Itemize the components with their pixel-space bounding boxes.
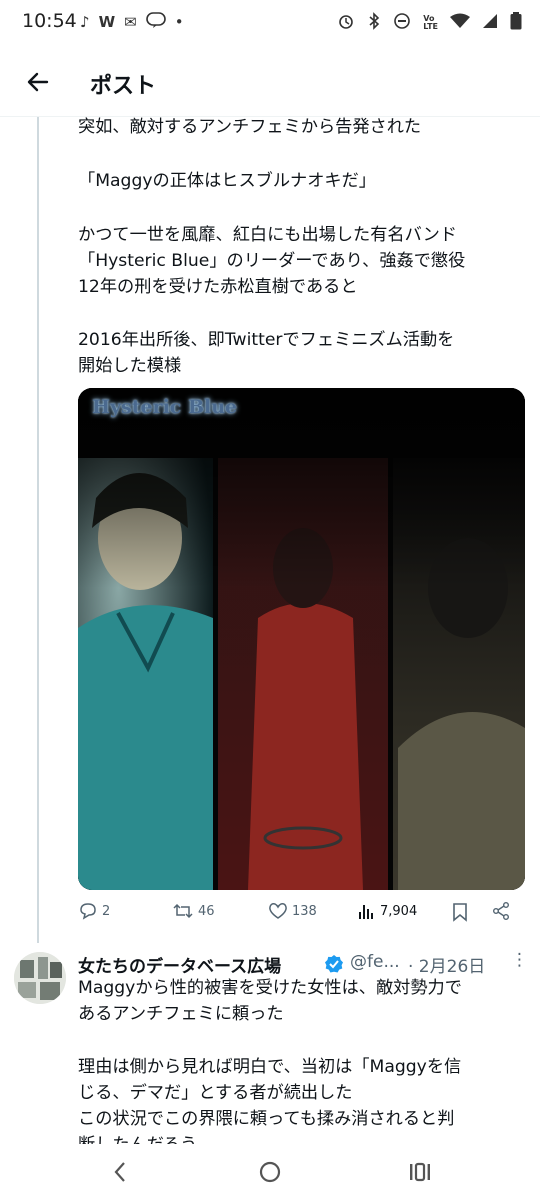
wifi-icon [450,13,470,33]
mail-icon: ✉ [124,13,137,31]
bookmark-icon [453,903,467,922]
reply-count: 2 [102,903,111,919]
like-button[interactable]: 138 [268,902,317,920]
view-count: 7,904 [380,903,418,919]
volte-icon: Vo LTE [423,14,438,31]
thread-connector [37,117,39,943]
avatar[interactable] [14,952,66,1004]
page-title: ポスト [90,74,157,99]
tweet-text-line: かつて一世を風靡、紅白にも出場した有名バンド [78,225,457,245]
views-button[interactable]: 7,904 [358,902,417,920]
status-bar: 10:54 ♪ W ✉ • Vo LTE [0,0,540,46]
battery-icon [510,12,522,34]
bluetooth-icon [367,12,381,34]
reply-button[interactable]: 2 [78,902,110,920]
tweet-media-image[interactable]: Hysteric Blue [78,388,525,890]
tweet-text-line: 「Hysteric Blue」のリーダーであり、強姦で懲役 [78,251,466,271]
tweet-text-line: この状況でこの界隈に頼っても揉み消されると判 [78,1109,455,1129]
status-right-icons: Vo LTE [337,12,522,34]
top-app-bar: ポスト [0,50,540,116]
like-count: 138 [292,903,317,919]
tweet-text-line: 突如、敵対するアンチフェミから告発された [78,117,422,137]
tweet-text-line: 開始した模様 [78,356,182,376]
alarm-icon [337,12,355,34]
bookmark-button[interactable] [452,902,468,922]
nav-home-button[interactable] [252,1156,288,1188]
tweet-text-line: 理由は側から見れば明白で、当初は「Maggyを信 [78,1057,462,1077]
media-caption: Hysteric Blue [92,396,238,418]
tweet-header: 女たちのデータベース広場 @fe... · 2月26日 ⋮ [78,950,528,977]
tweet-text-line: じる、デマだ」とする者が続出した [78,1083,353,1103]
reply-icon [80,903,96,920]
nav-recents-button[interactable] [402,1156,438,1188]
heart-icon [269,903,287,919]
back-button[interactable] [18,62,58,102]
tweet-text-line: あるアンチフェミに頼った [78,1004,284,1024]
share-button[interactable] [492,902,510,920]
tweet-text-line: 2016年出所後、即Twitterでフェミニズム活動を [78,330,455,350]
tweet-text-line: Maggyから性的被害を受けた女性は、敵対勢力で [78,978,462,998]
signal-icon [482,13,498,33]
band-photo [78,388,525,890]
nav-back-button[interactable] [102,1156,138,1188]
analytics-icon [359,905,373,919]
user-handle[interactable]: @fe... [350,952,400,972]
recents-icon [410,1162,430,1182]
status-left-icons: ♪ W ✉ • [80,12,184,32]
tiktok-icon: ♪ [80,13,90,31]
more-options-icon[interactable]: ⋮ [511,950,528,970]
display-name[interactable]: 女たちのデータベース広場 [78,952,281,977]
retweet-button[interactable]: 46 [172,902,215,920]
tweet-text-line: 「Maggyの正体はヒスブルナオキだ」 [78,171,376,191]
post-date[interactable]: · 2月26日 [408,952,485,977]
status-time: 10:54 [22,10,77,32]
w-icon: W [98,13,116,31]
retweet-icon [173,903,193,919]
system-navigation-bar [0,1144,540,1200]
tweet-text-line: 断したんだろう [78,1132,528,1144]
line-icon [145,12,166,32]
tweet-action-bar: 2 46 138 7,904 [78,902,518,932]
arrow-left-icon [27,72,49,92]
chevron-left-icon [114,1162,125,1182]
home-circle-icon [259,1161,281,1183]
dot-icon: • [174,13,184,31]
dnd-icon [393,12,411,34]
share-icon [493,902,509,920]
tweet-text-line: 12年の刑を受けた赤松直樹であると [78,277,358,297]
avatar-image [14,952,66,1004]
retweet-count: 46 [198,903,215,919]
